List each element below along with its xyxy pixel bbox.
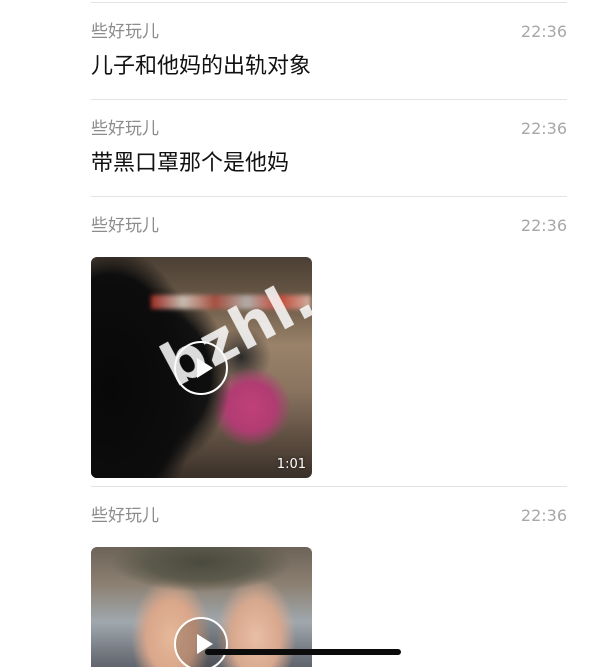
video-duration: 1:01 — [276, 457, 306, 472]
message-time: 22:36 — [520, 506, 567, 525]
video-thumbnail[interactable]: 1:01 — [91, 257, 312, 478]
sender-name[interactable]: 些好玩儿 — [91, 215, 159, 237]
message-divider — [91, 486, 567, 487]
message-item[interactable]: 些好玩儿 22:36 1:01 — [91, 215, 567, 480]
sender-name[interactable]: 些好玩儿 — [91, 505, 159, 527]
home-indicator[interactable] — [205, 649, 401, 655]
message-item[interactable]: 些好玩儿 22:36 儿子和他妈的出轨对象 — [91, 21, 567, 91]
play-icon[interactable] — [174, 341, 228, 395]
message-divider — [91, 196, 567, 197]
message-divider — [91, 2, 567, 3]
sender-name[interactable]: 些好玩儿 — [91, 21, 159, 43]
play-icon[interactable] — [174, 617, 228, 667]
message-time: 22:36 — [520, 216, 567, 235]
message-time: 22:36 — [520, 22, 567, 41]
message-item[interactable]: 些好玩儿 22:36 带黑口罩那个是他妈 — [91, 118, 567, 188]
video-frame-lights — [151, 295, 311, 309]
message-text[interactable]: 儿子和他妈的出轨对象 — [91, 53, 311, 81]
message-item[interactable]: 些好玩儿 22:36 — [91, 505, 567, 667]
message-time: 22:36 — [520, 119, 567, 138]
chat-screen: 些好玩儿 22:36 儿子和他妈的出轨对象 些好玩儿 22:36 带黑口罩那个是… — [0, 0, 591, 667]
message-text[interactable]: 带黑口罩那个是他妈 — [91, 150, 289, 178]
sender-name[interactable]: 些好玩儿 — [91, 118, 159, 140]
video-frame-tree — [111, 547, 291, 592]
message-divider — [91, 99, 567, 100]
